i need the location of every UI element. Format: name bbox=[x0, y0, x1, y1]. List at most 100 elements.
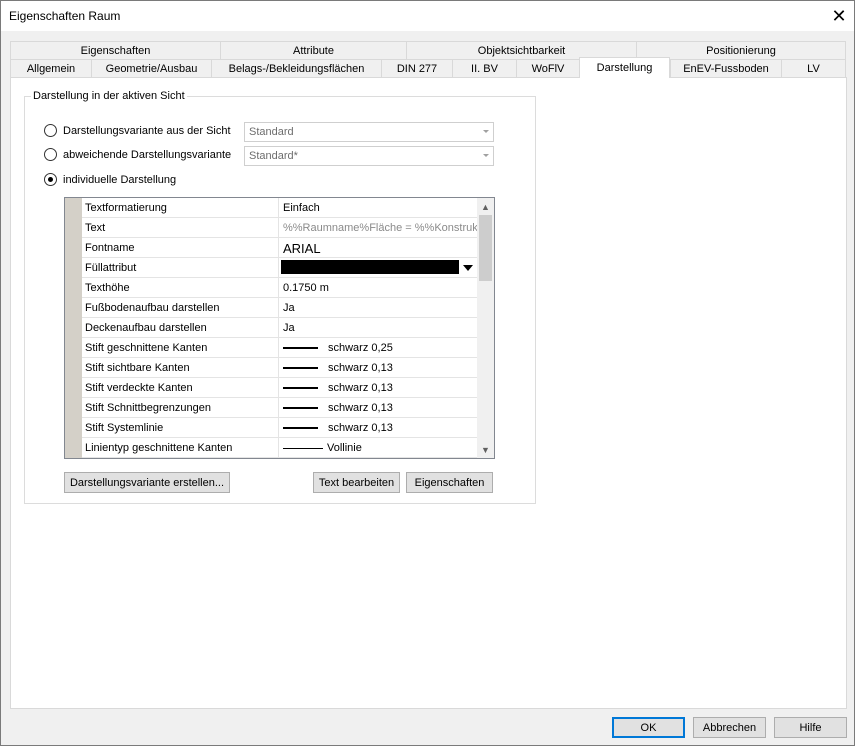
grid-rows: Textformatierung Einfach Text %%Raumname… bbox=[82, 198, 478, 458]
property-value[interactable]: Ja bbox=[279, 298, 478, 317]
table-row[interactable]: Texthöhe 0.1750 m bbox=[82, 278, 478, 298]
line-sample-icon bbox=[283, 367, 318, 370]
line-sample-icon bbox=[283, 427, 318, 430]
property-value[interactable]: Ja bbox=[279, 318, 478, 337]
radio-deviating-variant[interactable]: abweichende Darstellungsvariante bbox=[44, 148, 231, 161]
tab-ii-bv[interactable]: II. BV bbox=[452, 59, 516, 78]
tab-row-1: Eigenschaften Attribute Objektsichtbarke… bbox=[10, 41, 846, 60]
property-name: Linientyp geschnittene Kanten bbox=[82, 438, 279, 457]
radio-label: abweichende Darstellungsvariante bbox=[63, 148, 232, 161]
property-name: Fontname bbox=[82, 238, 279, 257]
chevron-down-icon bbox=[483, 130, 489, 133]
tab-din-277[interactable]: DIN 277 bbox=[381, 59, 452, 78]
pen-label: schwarz 0,13 bbox=[328, 402, 393, 414]
radio-circle[interactable] bbox=[44, 124, 57, 137]
table-row[interactable]: Stift geschnittene Kanten schwarz 0,25 bbox=[82, 338, 478, 358]
fill-attribute-value[interactable] bbox=[279, 258, 478, 277]
property-value[interactable]: %%Raumname%Fläche = %%Konstruk bbox=[279, 218, 478, 237]
table-row[interactable]: Stift verdeckte Kanten schwarz 0,13 bbox=[82, 378, 478, 398]
cancel-button[interactable]: Abbrechen bbox=[693, 717, 766, 738]
table-row[interactable]: Fontname ARIAL bbox=[82, 238, 478, 258]
radio-label: Darstellungsvariante aus der Sicht bbox=[63, 124, 231, 137]
property-name: Stift geschnittene Kanten bbox=[82, 338, 279, 357]
line-type-icon bbox=[283, 447, 323, 449]
pen-label: schwarz 0,13 bbox=[328, 362, 393, 374]
close-icon[interactable]: ✕ bbox=[824, 1, 854, 31]
group-legend: Darstellung in der aktiven Sicht bbox=[33, 90, 185, 102]
pen-label: schwarz 0,13 bbox=[328, 422, 393, 434]
table-row[interactable]: Stift Schnittbegrenzungen schwarz 0,13 bbox=[82, 398, 478, 418]
grid-row-handle-column bbox=[65, 198, 82, 458]
tab-panel: Darstellung in der aktiven Sicht Darstel… bbox=[10, 77, 847, 709]
property-name: Textformatierung bbox=[82, 198, 279, 217]
tab-woflv[interactable]: WoFlV bbox=[516, 59, 579, 78]
scroll-thumb[interactable] bbox=[479, 215, 492, 281]
property-value[interactable]: 0.1750 m bbox=[279, 278, 478, 297]
tab-geometrie-ausbau[interactable]: Geometrie/Ausbau bbox=[91, 59, 211, 78]
table-row[interactable]: Stift sichtbare Kanten schwarz 0,13 bbox=[82, 358, 478, 378]
edit-text-button[interactable]: Text bearbeiten bbox=[313, 472, 400, 493]
linetype-value[interactable]: Vollinie bbox=[279, 438, 478, 457]
window-title: Eigenschaften Raum bbox=[9, 9, 121, 23]
create-variant-button[interactable]: Darstellungsvariante erstellen... bbox=[64, 472, 230, 493]
radio-label: individuelle Darstellung bbox=[63, 173, 177, 186]
tab-eigenschaften[interactable]: Eigenschaften bbox=[10, 41, 220, 60]
property-name: Fußbodenaufbau darstellen bbox=[82, 298, 279, 317]
vertical-scrollbar[interactable]: ▲ ▼ bbox=[477, 198, 494, 458]
combo-value: Standard* bbox=[249, 150, 298, 162]
table-row[interactable]: Linientyp geschnittene Kanten Vollinie bbox=[82, 438, 478, 458]
pen-value[interactable]: schwarz 0,25 bbox=[279, 338, 478, 357]
radio-circle[interactable] bbox=[44, 148, 57, 161]
table-row[interactable]: Füllattribut bbox=[82, 258, 478, 278]
property-name: Deckenaufbau darstellen bbox=[82, 318, 279, 337]
tab-row-2: Allgemein Geometrie/Ausbau Belags-/Bekle… bbox=[10, 57, 846, 78]
linetype-label: Vollinie bbox=[327, 442, 362, 454]
pen-value[interactable]: schwarz 0,13 bbox=[279, 418, 478, 437]
property-name: Stift sichtbare Kanten bbox=[82, 358, 279, 377]
line-sample-icon bbox=[283, 387, 318, 390]
tab-enev-fussboden[interactable]: EnEV-Fussboden bbox=[670, 59, 781, 78]
table-row[interactable]: Fußbodenaufbau darstellen Ja bbox=[82, 298, 478, 318]
deviating-variant-combo[interactable]: Standard* bbox=[244, 146, 494, 166]
property-name: Text bbox=[82, 218, 279, 237]
property-name: Stift Systemlinie bbox=[82, 418, 279, 437]
view-variant-combo[interactable]: Standard bbox=[244, 122, 494, 142]
properties-button[interactable]: Eigenschaften bbox=[406, 472, 493, 493]
tab-belags-bekleidungsflaechen[interactable]: Belags-/Bekleidungsflächen bbox=[211, 59, 381, 78]
radio-circle-checked[interactable] bbox=[44, 173, 57, 186]
tab-darstellung[interactable]: Darstellung bbox=[579, 57, 670, 78]
dropdown-arrow-icon[interactable] bbox=[463, 265, 473, 271]
help-button[interactable]: Hilfe bbox=[774, 717, 847, 738]
tab-attribute[interactable]: Attribute bbox=[220, 41, 406, 60]
table-row[interactable]: Deckenaufbau darstellen Ja bbox=[82, 318, 478, 338]
title-bar: Eigenschaften Raum ✕ bbox=[1, 1, 854, 31]
pen-value[interactable]: schwarz 0,13 bbox=[279, 358, 478, 377]
radio-view-variant[interactable]: Darstellungsvariante aus der Sicht bbox=[44, 124, 231, 137]
scroll-up-icon[interactable]: ▲ bbox=[477, 198, 494, 215]
table-row[interactable]: Textformatierung Einfach bbox=[82, 198, 478, 218]
radio-individual[interactable]: individuelle Darstellung bbox=[44, 173, 176, 186]
chevron-down-icon bbox=[483, 154, 489, 157]
property-value[interactable]: Einfach bbox=[279, 198, 478, 217]
ok-button[interactable]: OK bbox=[612, 717, 685, 738]
property-name: Füllattribut bbox=[82, 258, 279, 277]
property-value[interactable]: ARIAL bbox=[279, 238, 478, 257]
property-grid[interactable]: Textformatierung Einfach Text %%Raumname… bbox=[64, 197, 495, 459]
pen-value[interactable]: schwarz 0,13 bbox=[279, 398, 478, 417]
property-name: Stift Schnittbegrenzungen bbox=[82, 398, 279, 417]
line-sample-icon bbox=[283, 347, 318, 350]
pen-label: schwarz 0,13 bbox=[328, 382, 393, 394]
combo-value: Standard bbox=[249, 126, 294, 138]
line-sample-icon bbox=[283, 407, 318, 410]
property-name: Texthöhe bbox=[82, 278, 279, 297]
pen-label: schwarz 0,25 bbox=[328, 342, 393, 354]
table-row[interactable]: Text %%Raumname%Fläche = %%Konstruk bbox=[82, 218, 478, 238]
pen-value[interactable]: schwarz 0,13 bbox=[279, 378, 478, 397]
tab-allgemein[interactable]: Allgemein bbox=[10, 59, 91, 78]
fill-color-swatch bbox=[281, 260, 459, 274]
property-name: Stift verdeckte Kanten bbox=[82, 378, 279, 397]
tab-lv[interactable]: LV bbox=[781, 59, 846, 78]
dialog-window: Eigenschaften Raum ✕ Eigenschaften Attri… bbox=[0, 0, 855, 746]
table-row[interactable]: Stift Systemlinie schwarz 0,13 bbox=[82, 418, 478, 438]
scroll-down-icon[interactable]: ▼ bbox=[477, 441, 494, 458]
